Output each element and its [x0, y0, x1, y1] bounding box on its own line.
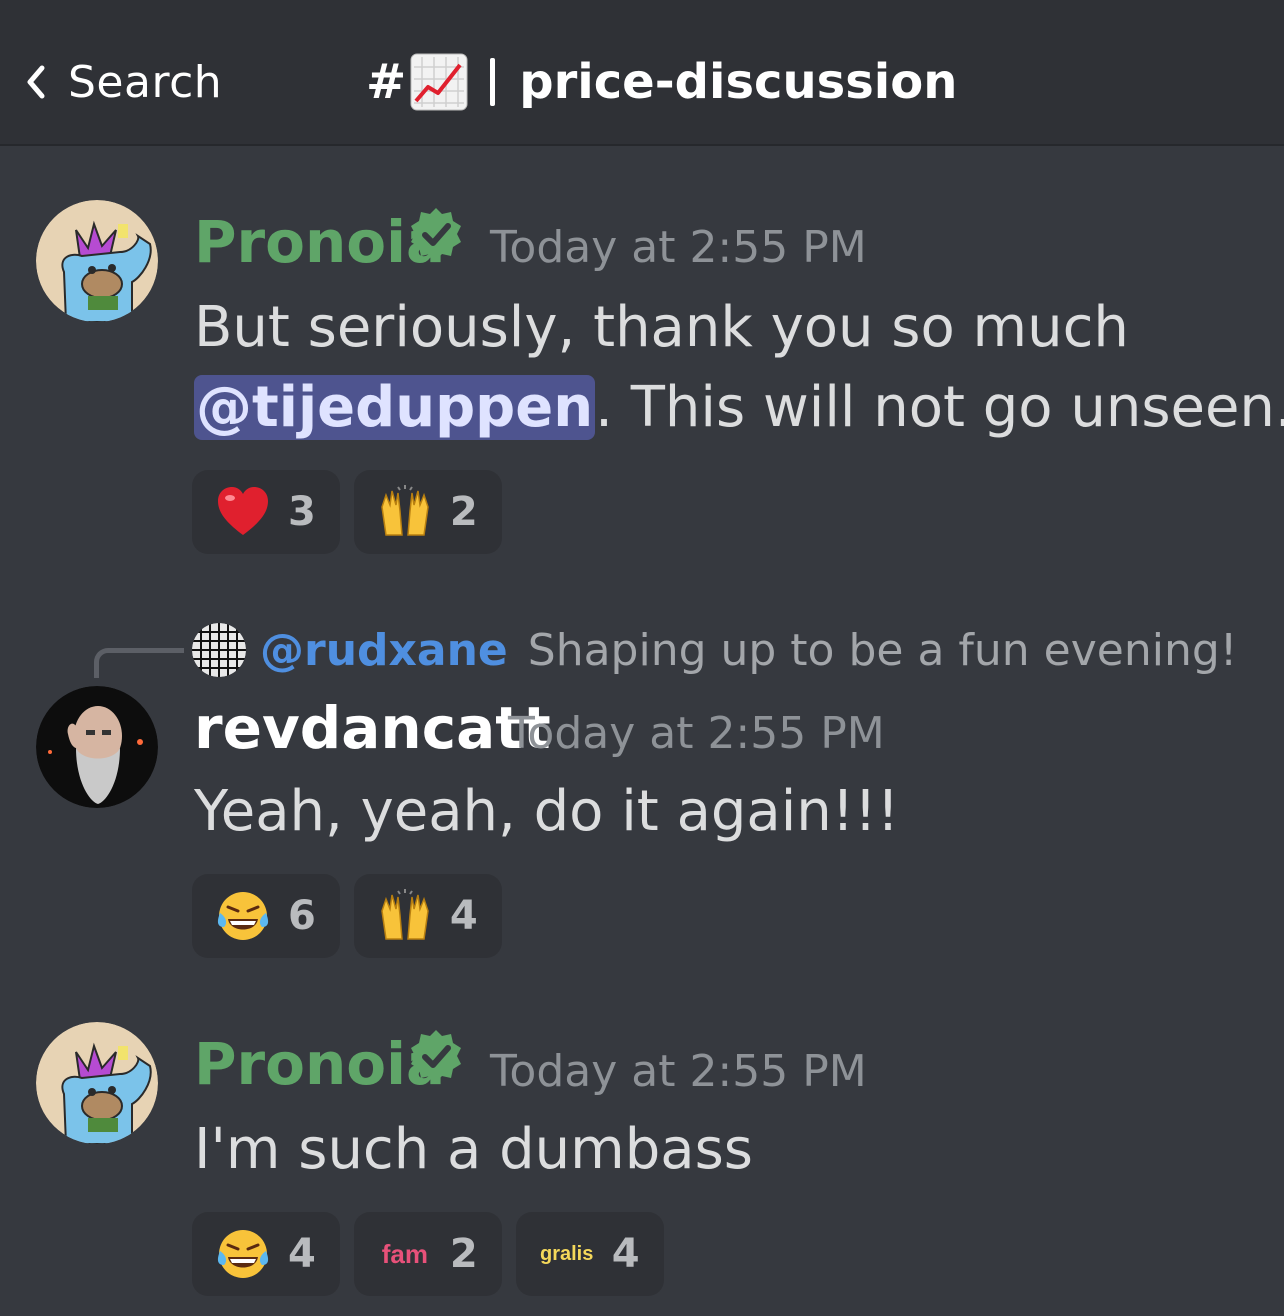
- reaction-heart[interactable]: 3: [192, 470, 340, 554]
- reaction-raising-hands[interactable]: 4: [353, 874, 502, 958]
- verified-badge-icon: [408, 1028, 464, 1084]
- back-to-search-button[interactable]: Search: [22, 52, 222, 112]
- channel-title: # price-discussion: [366, 44, 957, 120]
- message-text: I'm such a dumbass: [194, 1117, 753, 1182]
- avatar[interactable]: [36, 1022, 158, 1144]
- reaction-fam[interactable]: fam 2: [353, 1212, 502, 1296]
- reaction-count: 2: [449, 489, 478, 535]
- verified-badge-icon: [408, 206, 464, 262]
- reaction-count: 3: [288, 489, 316, 535]
- tears-of-joy-icon: [216, 889, 270, 943]
- reaction-tears-of-joy[interactable]: 4: [192, 1212, 340, 1296]
- reactions-bar: 3 2: [192, 470, 502, 554]
- user-mention[interactable]: @tijeduppen: [194, 375, 596, 440]
- reaction-count: 6: [288, 893, 316, 939]
- message-text: Yeah, yeah, do it again!!!: [194, 779, 900, 844]
- chart-increasing-icon: [410, 53, 468, 111]
- channel-header: Search # price-discussion: [0, 0, 1284, 146]
- back-label: Search: [68, 56, 223, 108]
- reaction-gralis[interactable]: gralis 4: [515, 1212, 664, 1296]
- message-text-line: @tijeduppen. This will not go unseen.: [194, 368, 1284, 448]
- reply-text: Shaping up to be a fun evening!: [527, 624, 1238, 676]
- message-text-part: But seriously, thank you so much: [194, 295, 1129, 360]
- channel-name: price-discussion: [519, 54, 958, 110]
- timestamp: Today at 2:55 PM: [490, 1046, 867, 1097]
- timestamp: Today at 2:55 PM: [490, 222, 867, 273]
- message-text: But seriously, thank you so much: [194, 288, 1129, 368]
- avatar: [192, 623, 246, 677]
- chevron-left-icon: [27, 65, 45, 99]
- avatar[interactable]: [36, 686, 158, 808]
- reaction-count: 4: [449, 893, 478, 939]
- fam-emote-icon: fam: [381, 1238, 428, 1269]
- separator: [490, 58, 496, 106]
- reaction-raising-hands[interactable]: 2: [353, 470, 502, 554]
- avatar[interactable]: [36, 200, 158, 322]
- reply-author[interactable]: @rudxane: [260, 625, 508, 676]
- raising-hands-icon: [378, 889, 432, 943]
- author-name[interactable]: revdancatt: [194, 694, 551, 762]
- reactions-bar: 6 4: [192, 874, 502, 958]
- hash-icon: #: [366, 54, 407, 110]
- raising-hands-icon: [378, 485, 432, 539]
- reply-preview[interactable]: @rudxane Shaping up to be a fun evening!: [192, 618, 1237, 682]
- reaction-count: 2: [449, 1231, 478, 1277]
- timestamp: Today at 2:55 PM: [508, 708, 885, 759]
- reaction-count: 4: [288, 1231, 316, 1277]
- tears-of-joy-icon: [216, 1227, 270, 1281]
- message-text-part: . This will not go unseen.: [595, 375, 1284, 440]
- reply-spine: [94, 648, 184, 678]
- reaction-count: 4: [611, 1231, 640, 1277]
- gralis-emote-icon: gralis: [540, 1242, 594, 1265]
- reactions-bar: 4 fam 2 gralis 4: [192, 1212, 664, 1296]
- reaction-tears-of-joy[interactable]: 6: [192, 874, 340, 958]
- red-heart-icon: [216, 485, 270, 539]
